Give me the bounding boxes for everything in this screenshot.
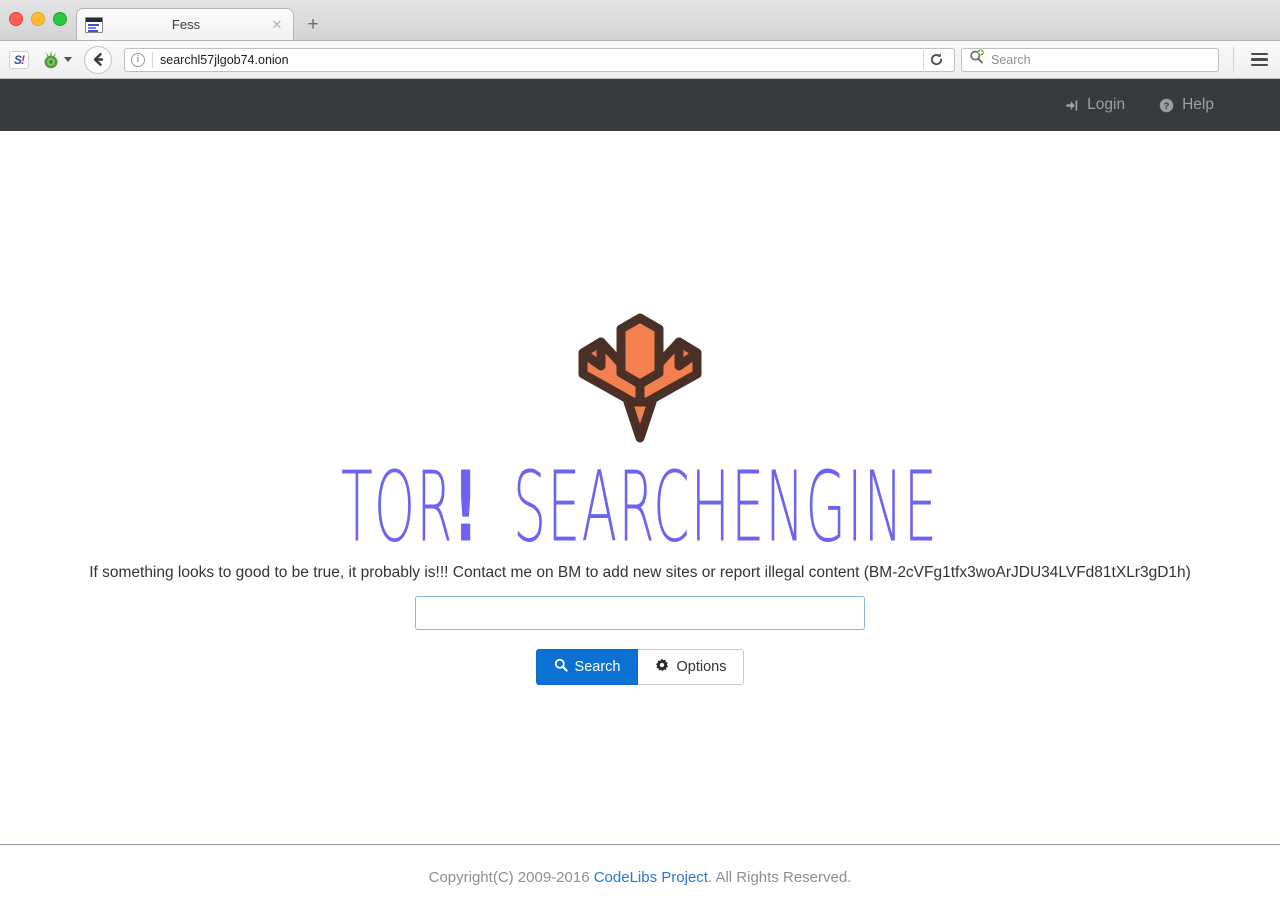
page-title: TOR! SEARCHENGINE [341,458,938,555]
options-button[interactable]: Options [638,649,745,685]
site-info-icon[interactable]: i [131,52,145,67]
fess-logo-svg [578,313,702,443]
back-button[interactable] [84,45,112,74]
search-icon [554,658,568,676]
browser-search-placeholder: Search [991,52,1031,67]
page-favicon-icon [85,16,103,33]
tabstrip: Fess ✕ + [76,0,330,40]
copyright-prefix: Copyright(C) 2009-2016 [428,869,594,886]
browser-window: Fess ✕ + S! i searchl57jlgob74.onion Sea… [0,0,1280,910]
brand-part1: TOR [341,449,455,564]
window-controls [9,12,67,26]
help-label: Help [1182,96,1214,113]
browser-menu-button[interactable] [1233,46,1272,73]
search-button-group: Search Options [535,649,745,685]
gear-icon [655,658,669,676]
tor-extension-button[interactable] [40,49,72,71]
address-bar[interactable]: i searchl57jlgob74.onion [124,47,955,72]
brand-part2: SEARCHENGINE [513,449,939,564]
login-label: Login [1087,96,1126,113]
login-icon [1064,98,1079,113]
help-link[interactable]: ? Help [1159,96,1214,114]
fess-logo-icon [573,306,707,446]
minimize-window-button[interactable] [31,12,45,26]
browser-titlebar: Fess ✕ + [0,0,1280,41]
browser-search-box[interactable]: Search [961,47,1219,72]
maximize-window-button[interactable] [53,12,67,26]
close-window-button[interactable] [9,12,23,26]
yahoo-bang: ! [21,52,25,67]
chevron-down-icon [64,57,72,62]
tagline-text: If something looks to good to be true, i… [89,564,1191,581]
reload-button[interactable] [924,48,948,72]
back-arrow-icon [93,53,103,66]
url-divider [152,51,153,68]
search-button-label: Search [574,659,621,675]
reload-icon [930,53,942,66]
search-engine-add-icon [969,49,985,70]
onion-icon [40,49,62,71]
site-header: Login ? Help [0,79,1280,131]
browser-tab[interactable]: Fess ✕ [76,8,294,40]
login-link[interactable]: Login [1064,96,1125,114]
branding-area: TOR! SEARCHENGINE [158,306,1121,555]
page-content: TOR! SEARCHENGINE If something looks to … [0,131,1280,844]
page-viewport: Login ? Help TOR! SEARCHENGINE If someth… [0,79,1280,910]
copyright-suffix: . All Rights Reserved. [707,869,852,886]
svg-text:?: ? [1164,100,1170,110]
copyright-text: Copyright(C) 2009-2016 CodeLibs Project.… [429,869,852,886]
codelibs-link[interactable]: CodeLibs Project [594,869,708,886]
url-text: searchl57jlgob74.onion [160,52,289,67]
search-form: Search Options [415,596,865,685]
search-button[interactable]: Search [535,649,639,685]
options-button-label: Options [676,659,727,675]
search-input[interactable] [415,596,865,630]
browser-toolbar: S! i searchl57jlgob74.onion Search [0,41,1280,79]
brand-bang: ! [454,449,478,564]
close-tab-icon[interactable]: ✕ [269,17,285,33]
yahoo-letter: S [13,52,22,67]
new-tab-button[interactable]: + [296,10,330,40]
site-footer: Copyright(C) 2009-2016 CodeLibs Project.… [0,844,1280,910]
yahoo-extension-icon[interactable]: S! [8,49,30,71]
tab-title: Fess [171,17,201,32]
help-icon: ? [1159,98,1174,113]
